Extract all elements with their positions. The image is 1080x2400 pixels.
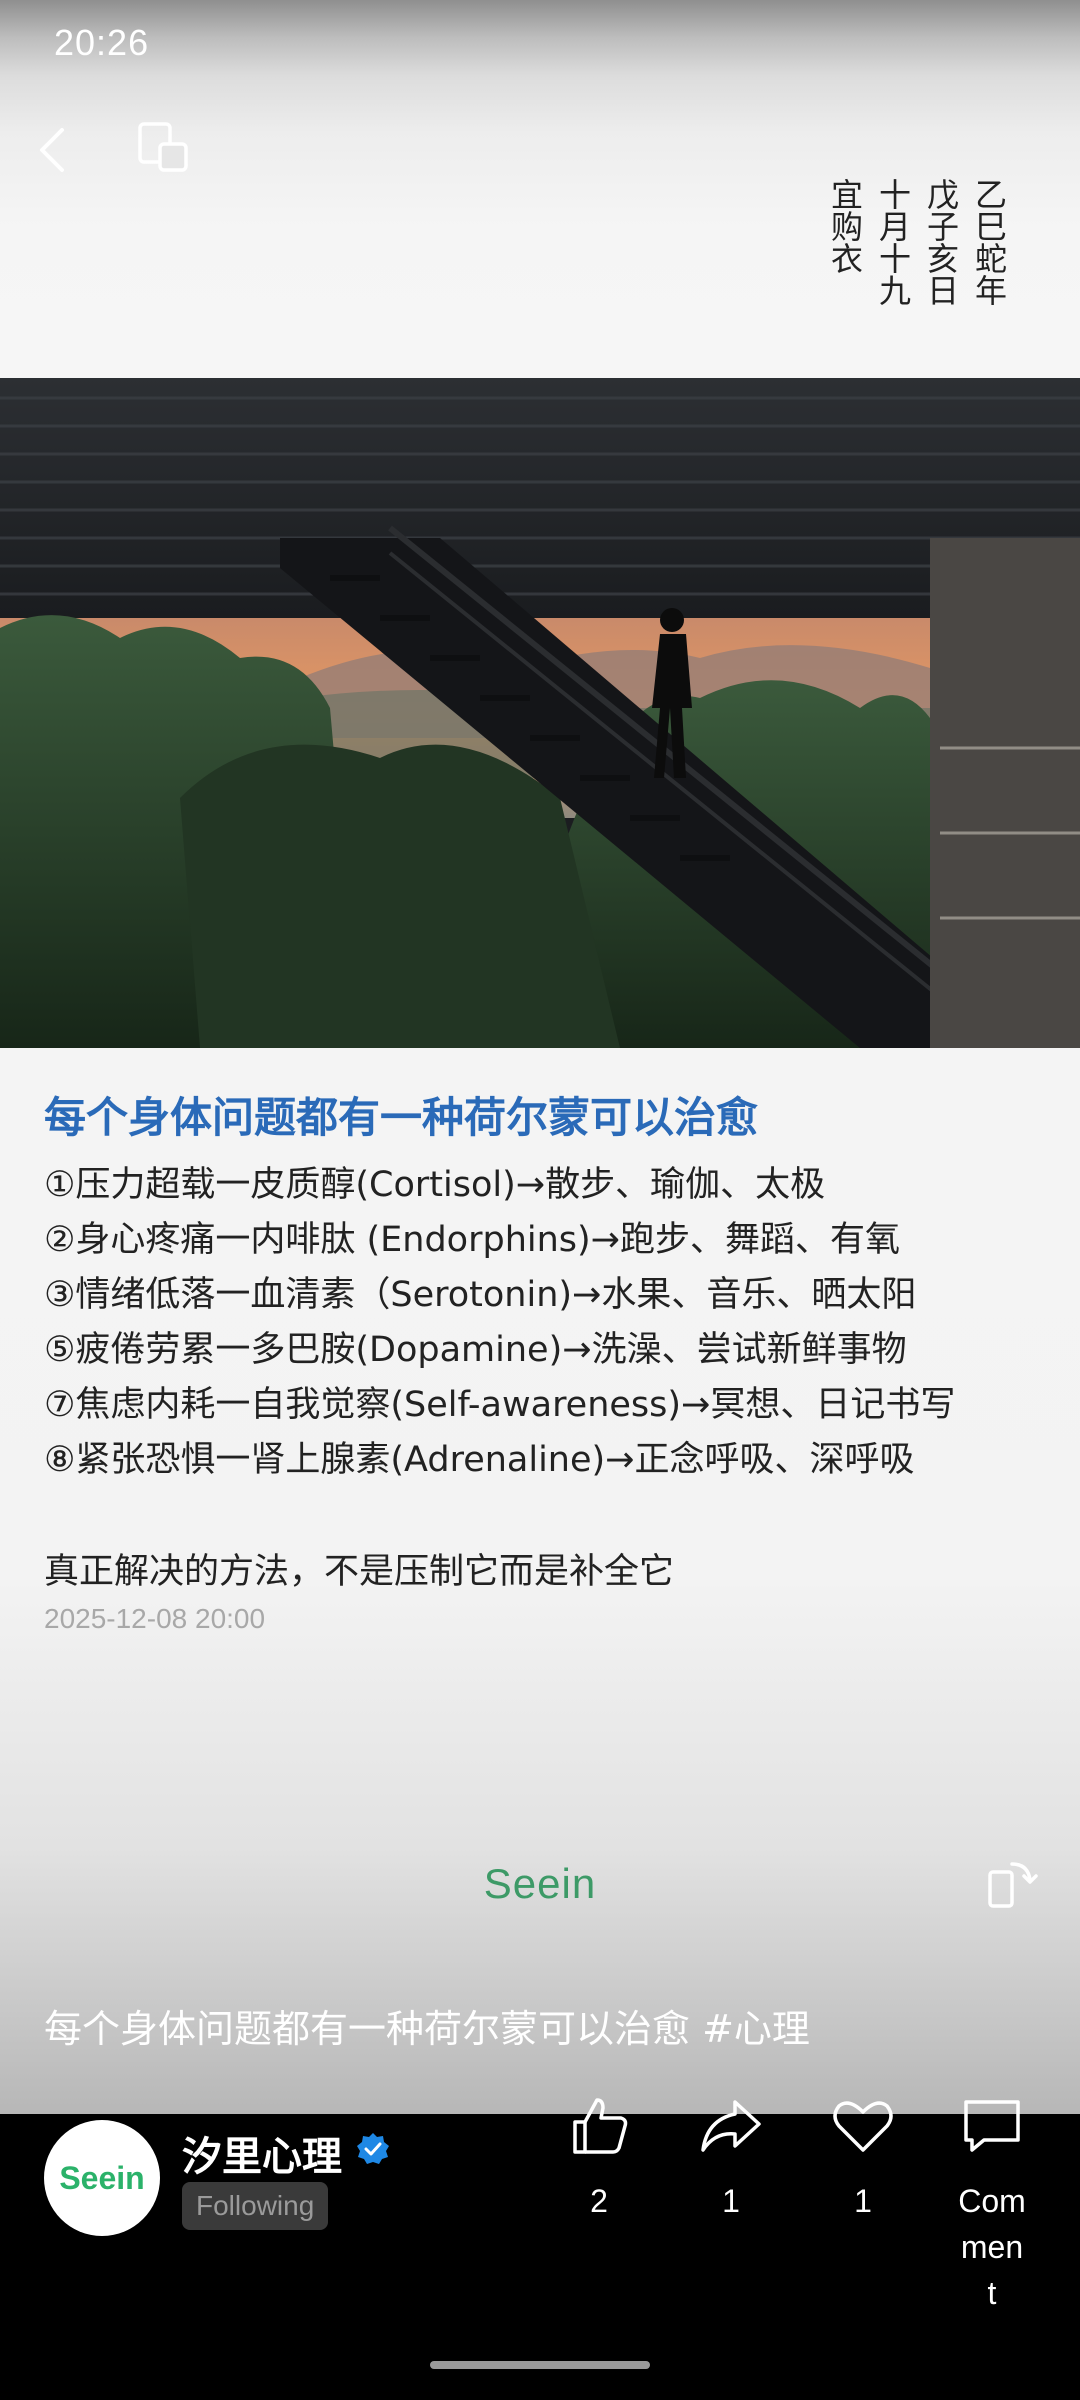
thumbs-up-icon	[573, 2098, 628, 2154]
lunar-almanac: 乙巳蛇年 戊子亥日 十月十九 宜购衣	[826, 178, 1008, 306]
avatar-logo-text: Seein	[59, 2159, 145, 2196]
comment-bubble-icon	[964, 2100, 1020, 2152]
list-item: ①压力超载一皮质醇(Cortisol)→散步、瑜伽、太极	[44, 1165, 826, 1205]
home-indicator[interactable]	[430, 2361, 650, 2369]
back-button[interactable]	[30, 118, 80, 182]
comment-label: Comment	[958, 2183, 1026, 2311]
rotate-screen-icon	[988, 1862, 1038, 1908]
list-item: ⑤疲倦劳累一多巴胺(Dopamine)→洗澡、尝试新鲜事物	[44, 1330, 907, 1370]
post-article: 每个身体问题都有一种荷尔蒙可以治愈 ①压力超载一皮质醇(Cortisol)→散步…	[0, 1048, 1080, 2114]
like-button[interactable]: 2	[534, 2094, 664, 2224]
favorite-count: 1	[854, 2183, 872, 2219]
post-caption[interactable]: 每个身体问题都有一种荷尔蒙可以治愈 #心理	[44, 1998, 810, 2053]
share-count: 1	[722, 2183, 740, 2219]
chevron-left-icon	[40, 128, 64, 172]
rotate-screen-button[interactable]	[982, 1856, 1038, 1912]
post-detail-screen: 20:26 乙巳蛇年 戊子亥日 十月十九 宜购衣 每个身体问题都有一种荷尔蒙可以…	[0, 0, 1080, 2400]
like-count: 2	[590, 2183, 608, 2219]
almanac-year: 乙巳蛇年	[970, 178, 1008, 306]
almanac-date: 十月十九	[874, 178, 912, 306]
hormone-list: ①压力超载一皮质醇(Cortisol)→散步、瑜伽、太极 ②身心疼痛一内啡肽 (…	[44, 1158, 955, 1488]
author-name[interactable]: 汐里心理	[182, 2124, 342, 2182]
almanac-suitable: 宜购衣	[826, 178, 864, 274]
article-title: 每个身体问题都有一种荷尔蒙可以治愈	[44, 1093, 759, 1142]
almanac-day: 戊子亥日	[922, 178, 960, 306]
list-item: ⑦焦虑内耗一自我觉察(Self-awareness)→冥想、日记书写	[44, 1385, 956, 1425]
favorite-button[interactable]: 1	[798, 2094, 928, 2224]
list-item: ⑧紧张恐惧一肾上腺素(Adrenaline)→正念呼吸、深呼吸	[44, 1440, 915, 1480]
comment-button[interactable]: Comment	[930, 2094, 1054, 2316]
article-conclusion: 真正解决的方法，不是压制它而是补全它	[44, 1552, 675, 1592]
list-item: ③情绪低落一血清素（Serotonin)→水果、音乐、晒太阳	[44, 1275, 917, 1315]
post-photo[interactable]	[0, 378, 1080, 1048]
picture-in-picture-button[interactable]	[132, 118, 192, 178]
seein-watermark-logo: Seein	[483, 1860, 597, 1907]
staircase-sunset-photo	[0, 378, 1080, 1048]
author-avatar[interactable]: Seein	[44, 2120, 160, 2236]
post-date: 2025-12-08 20:00	[44, 1603, 266, 1634]
heart-icon	[833, 2101, 893, 2152]
share-arrow-icon	[701, 2100, 761, 2152]
following-button[interactable]: Following	[182, 2182, 329, 2230]
verified-badge-icon	[357, 2133, 389, 2164]
share-button[interactable]: 1	[666, 2094, 796, 2224]
list-item: ②身心疼痛一内啡肽 (Endorphins)→跑步、舞蹈、有氧	[44, 1220, 900, 1260]
status-bar-time: 20:26	[54, 22, 150, 63]
multi-window-icon	[138, 122, 188, 172]
post-header-area: 20:26 乙巳蛇年 戊子亥日 十月十九 宜购衣	[0, 0, 1080, 378]
